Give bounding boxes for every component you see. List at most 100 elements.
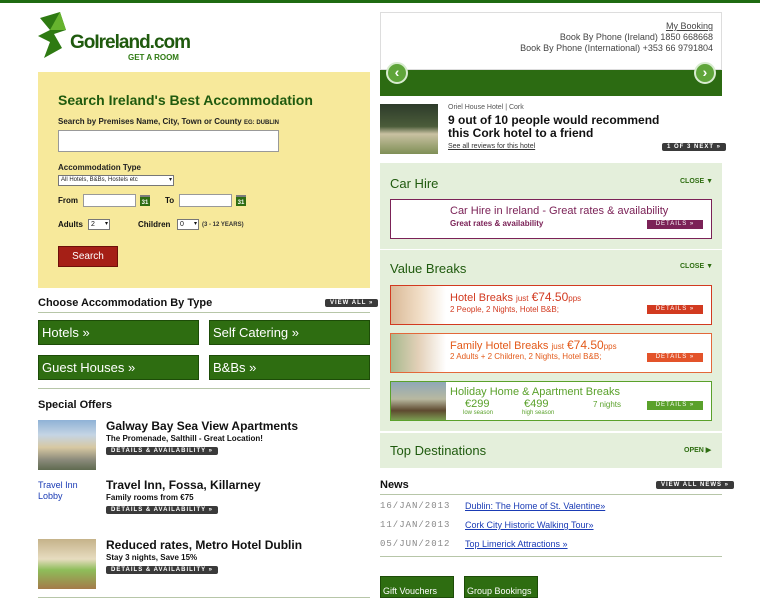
family-breaks-price: €74.50 [567, 338, 604, 352]
value-breaks-close-button[interactable]: CLOSE ▼ [680, 263, 713, 270]
search-button[interactable]: Search [58, 246, 118, 267]
search-title: Search Ireland's Best Accommodation [58, 92, 313, 108]
view-all-types-button[interactable]: VIEW ALL » [325, 299, 379, 307]
group-bookings-label: Group Bookings [467, 586, 532, 596]
to-label: To [165, 196, 175, 205]
family-breaks-details-button[interactable]: DETAILS » [647, 353, 703, 362]
car-hire-close-label: CLOSE [680, 178, 705, 185]
hotel-breaks-just: just [516, 294, 529, 303]
news-link[interactable]: Cork City Historic Walking Tour» [465, 520, 594, 530]
triangle-right-icon: ▶ [705, 447, 712, 454]
car-hire-headline[interactable]: Car Hire in Ireland - Great rates & avai… [450, 205, 668, 217]
calendar-icon[interactable]: 31 [236, 195, 246, 206]
offer-image[interactable] [38, 420, 96, 470]
phone-international: Book By Phone (International) +353 66 97… [520, 43, 713, 53]
adults-select[interactable]: 2 ▾ [88, 219, 110, 230]
offer-details-button[interactable]: DETAILS & AVAILABILITY » [106, 506, 219, 514]
chevron-down-icon: ▾ [104, 221, 108, 227]
top-brand-bar [0, 0, 760, 3]
family-breaks-just: just [551, 342, 564, 351]
offer-details-button[interactable]: DETAILS & AVAILABILITY » [106, 566, 219, 574]
top-destinations-open-label: OPEN [684, 447, 704, 454]
offer-title[interactable]: Reduced rates, Metro Hotel Dublin [106, 538, 302, 552]
review-hotel-image[interactable] [380, 104, 438, 154]
holiday-low-price: €299 [465, 398, 490, 410]
news-date: 16/JAN/2013 [380, 501, 451, 511]
holiday-breaks-title[interactable]: Holiday Home & Apartment Breaks [450, 386, 620, 398]
group-bookings-button[interactable]: Group Bookings [464, 576, 538, 598]
news-link[interactable]: Dublin: The Home of St. Valentine» [465, 501, 605, 511]
type-self-catering-button[interactable]: Self Catering » [209, 320, 370, 345]
premises-search-input[interactable] [58, 130, 279, 152]
to-date-input[interactable] [179, 194, 232, 207]
hotel-breaks-headline[interactable]: Hotel Breaks just €74.50pps [450, 290, 581, 304]
holiday-breaks-image [391, 382, 446, 420]
phone-ireland: Book By Phone (Ireland) 1850 668668 [559, 32, 713, 42]
offer-title[interactable]: Galway Bay Sea View Apartments [106, 419, 298, 433]
type-hotels-button[interactable]: Hotels » [38, 320, 199, 345]
premises-label-text: Search by Premises Name, City, Town or C… [58, 117, 242, 126]
family-breaks-headline[interactable]: Family Hotel Breaks just €74.50pps [450, 338, 617, 352]
accommodation-type-select[interactable]: All Hotels, B&Bs, Hostels etc ▾ [58, 175, 174, 186]
offer-details-button[interactable]: DETAILS & AVAILABILITY » [106, 447, 219, 455]
review-link[interactable]: See all reviews for this hotel [448, 143, 535, 150]
choose-type-title: Choose Accommodation By Type [38, 297, 213, 309]
gift-vouchers-button[interactable]: Gift Vouchers [380, 576, 454, 598]
car-hire-close-button[interactable]: CLOSE ▼ [680, 178, 713, 185]
divider [38, 597, 370, 598]
family-breaks-title: Family Hotel Breaks [450, 340, 549, 352]
type-bnb-button[interactable]: B&Bs » [209, 355, 370, 380]
logo-name: GoIreland.com [70, 32, 191, 53]
logo-mark-icon [38, 12, 66, 58]
hotel-breaks-subtitle: 2 People, 2 Nights, Hotel B&B; [450, 305, 559, 314]
holiday-breaks-details-button[interactable]: DETAILS » [647, 401, 703, 410]
slider-prev-button[interactable]: ‹ [386, 62, 408, 84]
top-destinations-open-button[interactable]: OPEN ▶ [684, 446, 711, 454]
triangle-down-icon: ▼ [706, 263, 714, 270]
from-label: From [58, 196, 78, 205]
offer-subtitle: Stay 3 nights, Save 15% [106, 553, 198, 562]
hotel-breaks-details-button[interactable]: DETAILS » [647, 305, 703, 314]
top-destinations-title: Top Destinations [390, 443, 487, 458]
divider [38, 312, 370, 313]
news-date: 11/JAN/2013 [380, 520, 451, 530]
divider [380, 556, 722, 557]
divider [380, 494, 722, 495]
accommodation-type-value: All Hotels, B&Bs, Hostels etc [61, 177, 138, 183]
calendar-icon[interactable]: 31 [140, 195, 150, 206]
news-link[interactable]: Top Limerick Attractions » [465, 539, 568, 549]
my-booking-link[interactable]: My Booking [666, 21, 713, 31]
children-hint: (3 - 12 YEARS) [202, 222, 244, 228]
triangle-down-icon: ▼ [706, 178, 714, 185]
offer-image[interactable] [38, 539, 96, 589]
slider-next-button[interactable]: › [694, 62, 716, 84]
hotel-breaks-pps: pps [568, 294, 582, 303]
holiday-nights: 7 nights [593, 400, 622, 409]
adults-label: Adults [58, 220, 83, 229]
from-date-input[interactable] [83, 194, 136, 207]
offer-title[interactable]: Travel Inn, Fossa, Killarney [106, 478, 261, 492]
site-logo[interactable]: GoIreland.com GET A ROOM [36, 12, 191, 62]
chevron-right-icon: › [702, 64, 708, 80]
family-breaks-pps: pps [603, 342, 617, 351]
hotel-breaks-image [391, 286, 446, 324]
offer-image-alt[interactable]: Travel Inn Lobby [38, 480, 100, 502]
children-value: 0 [180, 221, 184, 228]
car-hire-details-button[interactable]: DETAILS » [647, 220, 703, 229]
children-select[interactable]: 0 ▾ [177, 219, 199, 230]
car-hire-title: Car Hire [390, 176, 439, 191]
type-guest-houses-button[interactable]: Guest Houses » [38, 355, 199, 380]
accommodation-type-label: Accommodation Type [58, 163, 141, 172]
chevron-down-icon: ▾ [193, 221, 197, 227]
view-all-news-button[interactable]: VIEW ALL NEWS » [656, 481, 735, 489]
chevron-down-icon: ▾ [168, 177, 172, 183]
review-pager[interactable]: 1 OF 3 NEXT » [662, 143, 727, 151]
chevron-left-icon: ‹ [394, 64, 400, 80]
value-breaks-title: Value Breaks [390, 261, 467, 276]
adults-value: 2 [91, 221, 95, 228]
premises-label: Search by Premises Name, City, Town or C… [58, 117, 279, 126]
special-offers-title: Special Offers [38, 399, 112, 411]
divider [380, 249, 722, 250]
logo-tagline: GET A ROOM [128, 53, 179, 62]
review-source: Oriel House Hotel | Cork [448, 104, 524, 111]
